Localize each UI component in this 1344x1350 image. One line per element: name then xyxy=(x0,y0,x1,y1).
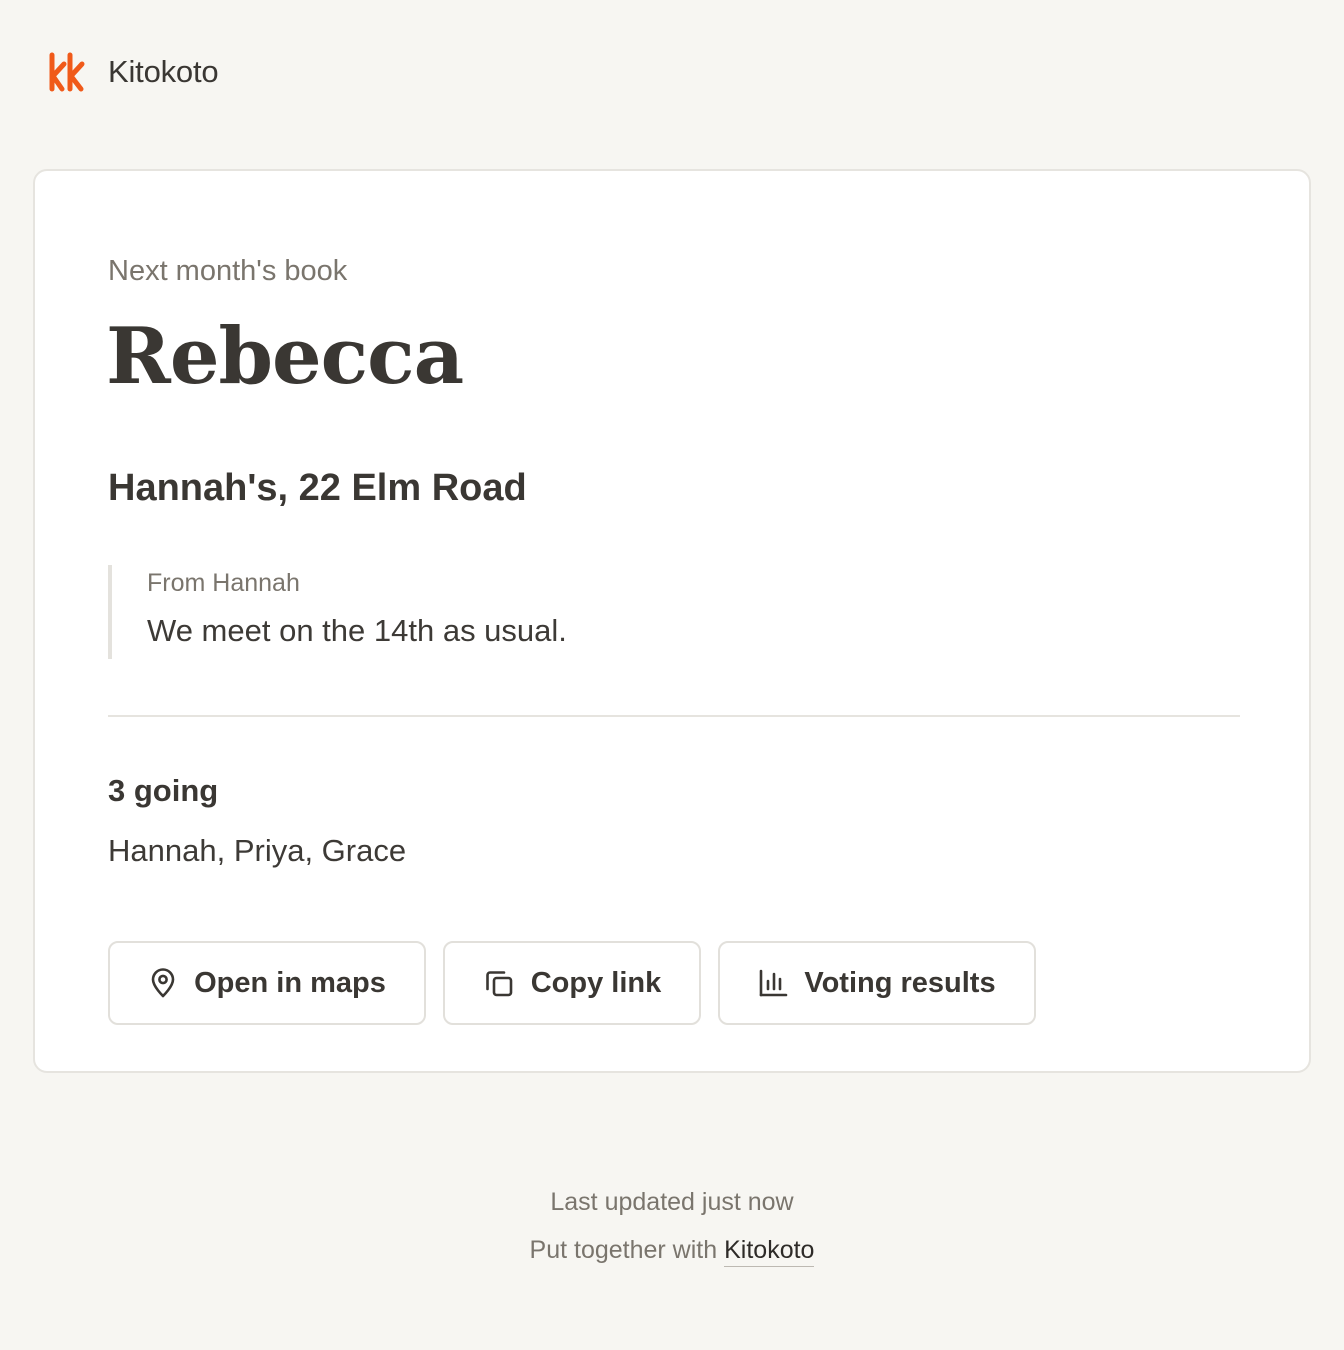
attendee-names: Hannah, Priya, Grace xyxy=(108,833,407,868)
footer-brand-link[interactable]: Kitokoto xyxy=(724,1236,815,1267)
site-header: Kitokoto xyxy=(48,52,219,92)
copy-link-label: Copy link xyxy=(530,966,662,999)
voting-results-button[interactable]: Voting results xyxy=(718,941,1036,1025)
copy-icon xyxy=(485,971,513,997)
last-updated: Last updated just now xyxy=(550,1188,794,1216)
action-buttons: Open in maps Copy link Voting results xyxy=(108,941,1036,1025)
divider xyxy=(108,715,1240,717)
map-pin-icon xyxy=(151,968,175,998)
event-card: Next month's book Rebecca Hannah's, 22 E… xyxy=(33,169,1311,1073)
bar-chart-icon xyxy=(760,969,788,997)
voting-results-label: Voting results xyxy=(804,966,996,999)
attendance-count: 3 going xyxy=(108,773,219,808)
footer-credit-prefix: Put together with xyxy=(529,1236,718,1264)
copy-link-button[interactable]: Copy link xyxy=(443,941,701,1025)
book-title: Rebecca xyxy=(106,311,464,402)
open-in-maps-label: Open in maps xyxy=(194,966,386,999)
brand-name[interactable]: Kitokoto xyxy=(108,54,219,90)
event-location: Hannah's, 22 Elm Road xyxy=(108,467,527,509)
kk-logo-icon[interactable] xyxy=(48,52,86,92)
eyebrow-label: Next month's book xyxy=(108,255,348,287)
open-in-maps-button[interactable]: Open in maps xyxy=(108,941,426,1025)
host-note: From Hannah We meet on the 14th as usual… xyxy=(108,565,1108,659)
note-text: We meet on the 14th as usual. xyxy=(147,613,567,648)
note-author: From Hannah xyxy=(147,569,300,597)
footer-credit: Put together with Kitokoto xyxy=(0,1236,1344,1267)
